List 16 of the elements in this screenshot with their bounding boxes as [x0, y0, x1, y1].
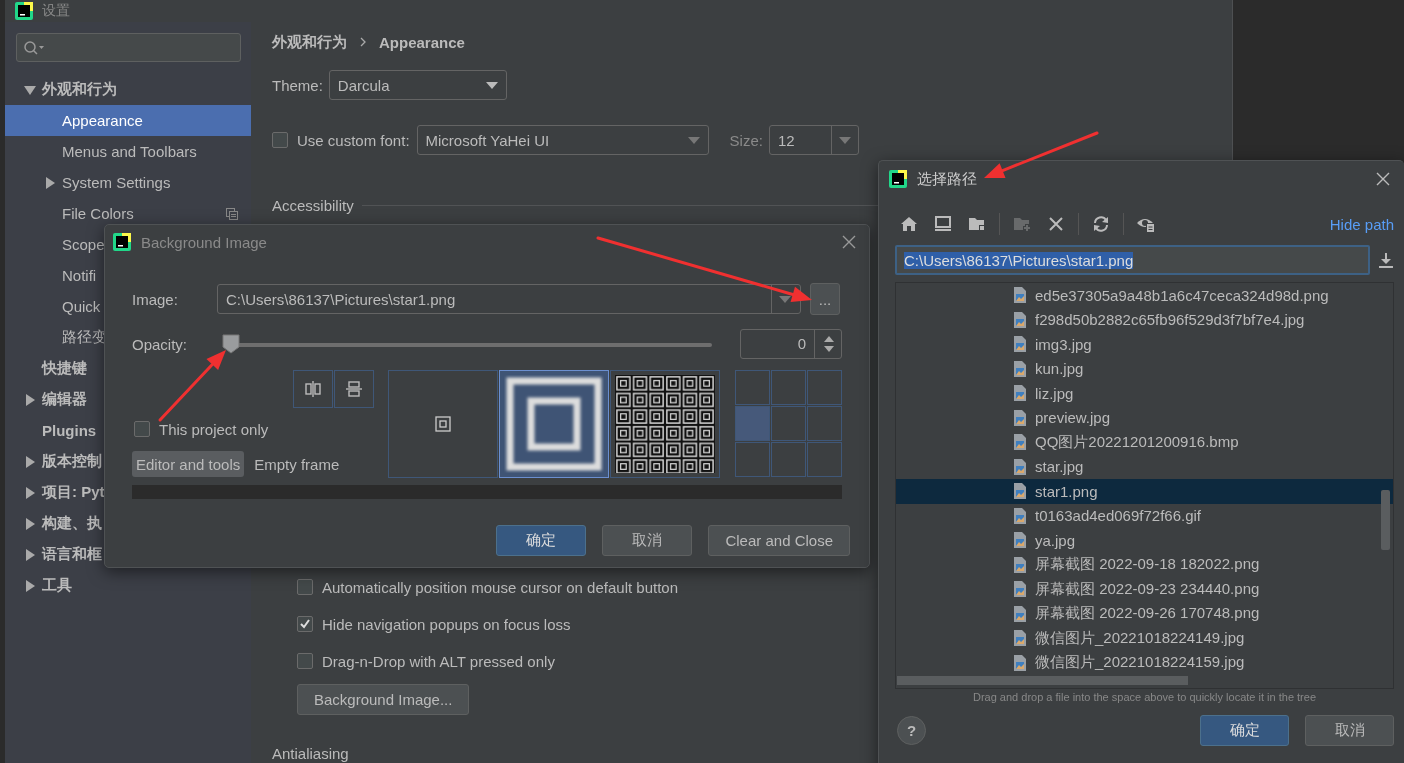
field-label: Size:	[729, 131, 763, 149]
window-title: 设置	[42, 2, 70, 20]
checkbox-label: Use custom font:	[297, 131, 410, 149]
dialog-title: 选择路径	[917, 169, 977, 189]
section-heading: Antialiasing	[272, 744, 349, 762]
field-label: Theme:	[272, 76, 323, 94]
breadcrumb-current: Appearance	[379, 33, 465, 51]
checkbox-label: Hide navigation popups on focus loss	[322, 615, 571, 633]
checkbox-label: This project only	[159, 420, 269, 438]
field-label: Opacity:	[132, 335, 189, 353]
checkbox-label: Automatically position mouse cursor on default button	[322, 578, 679, 596]
section-heading: Accessibility	[272, 196, 354, 214]
hint-text: Drag and drop a file into the space above to quickly locate it in the tree	[971, 691, 1317, 703]
field-label: Image:	[132, 290, 179, 308]
dialog-title: Background Image	[141, 233, 267, 251]
checkbox-label: Drag-n-Drop with ALT pressed only	[322, 652, 555, 670]
